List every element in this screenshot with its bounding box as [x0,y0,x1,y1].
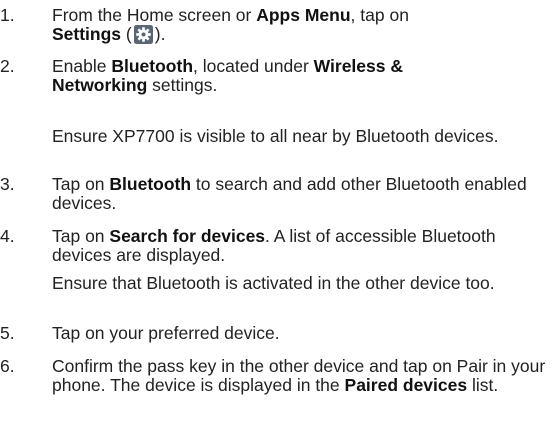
bluetooth-label: Bluetooth [109,174,192,194]
settings-gear-icon [133,25,153,44]
apps-menu-label: Apps Menu [256,5,351,25]
wireless-label: Wireless & [313,56,403,76]
step-text: Tap on your preferred device. [52,323,280,343]
step-note: Ensure that Bluetooth is activated in th… [52,273,495,293]
step-text: Tap on Search for devices. A list of acc… [52,226,496,265]
step-note: Ensure XP7700 is visible to all near by … [52,126,499,146]
networking-label: Networking [52,75,148,95]
step-number: 3. [0,174,15,194]
step-number: 4. [0,226,15,246]
step-text: Confirm the pass key in the other device… [52,356,546,395]
step-number: 1. [0,5,15,25]
paired-devices-label: Paired devices [344,375,468,395]
instruction-list: 1. From the Home screen or Apps Menu, ta… [0,0,559,438]
bluetooth-label: Bluetooth [111,56,194,76]
step-number: 5. [0,323,15,343]
settings-label: Settings [52,24,122,44]
step-text: Tap on Bluetooth to search and add other… [52,174,527,213]
step-text: Enable Bluetooth, located under Wireless… [52,56,403,95]
search-for-devices-label: Search for devices [109,226,266,246]
step-text: From the Home screen or Apps Menu, tap o… [52,5,409,44]
step-number: 6. [0,356,15,376]
step-number: 2. [0,56,15,76]
